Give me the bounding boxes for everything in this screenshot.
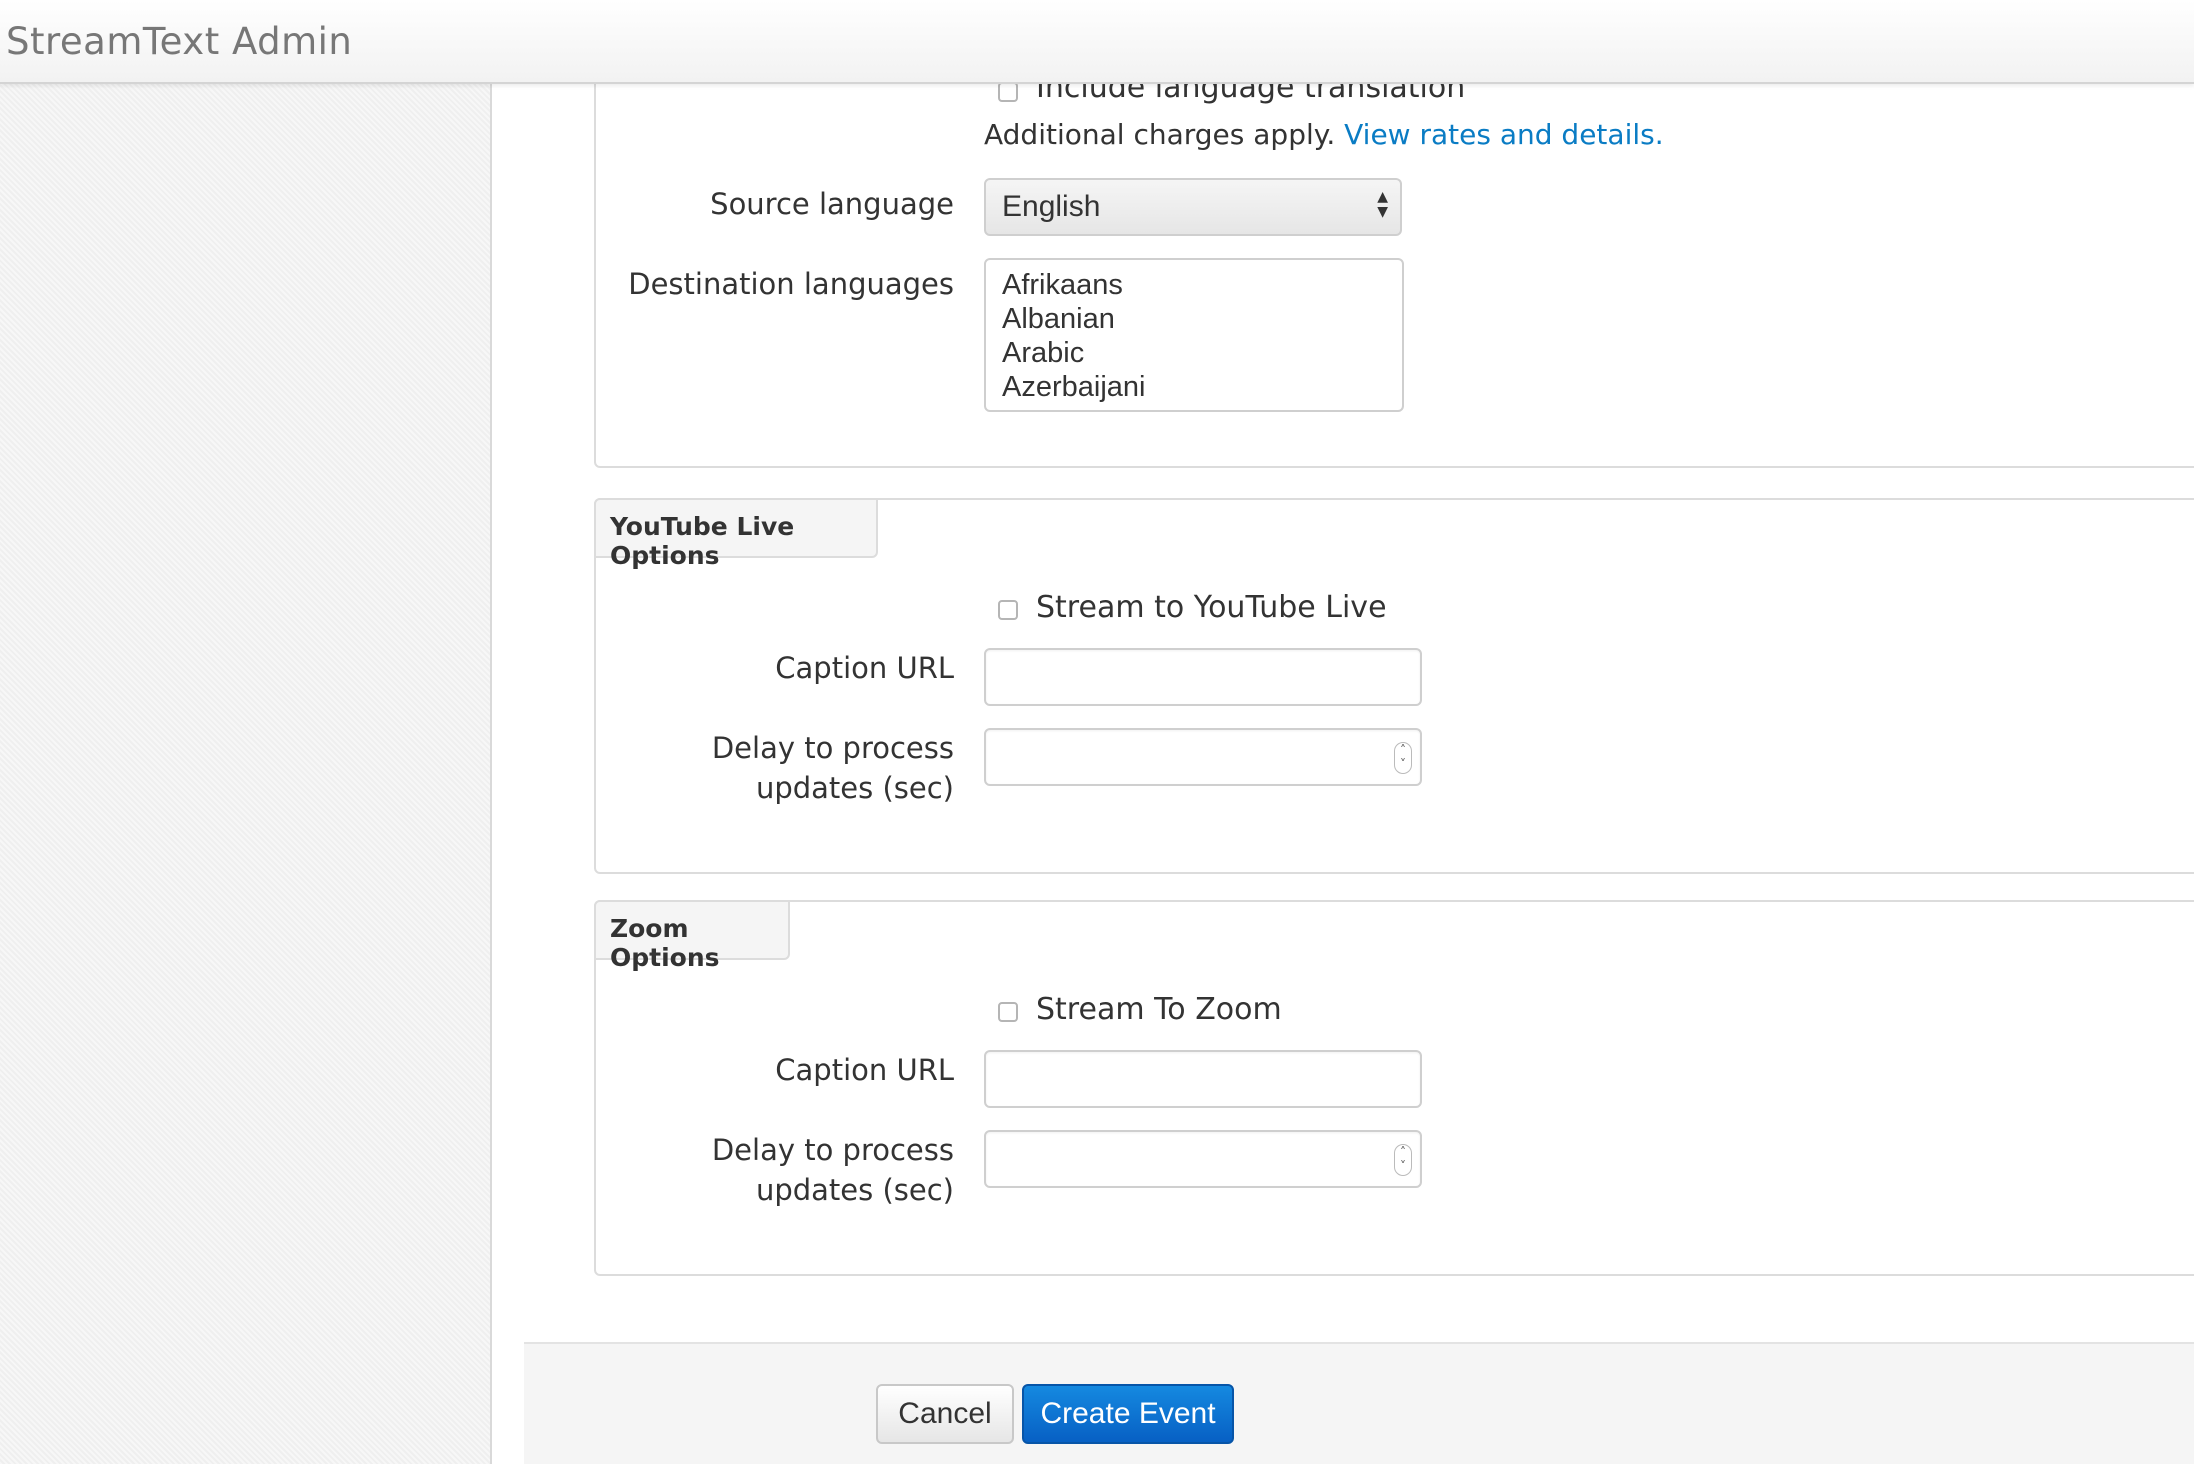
spinner-arrows-icon[interactable]: ˄ ˅ — [1394, 742, 1412, 774]
youtube-options-panel: YouTube Live Options Stream to YouTube L… — [594, 498, 2194, 874]
sidebar — [0, 84, 492, 1464]
zoom-options-legend: Zoom Options — [594, 900, 790, 972]
cancel-button[interactable]: Cancel — [876, 1384, 1014, 1444]
list-option[interactable]: Arabic — [1002, 336, 1402, 370]
stream-zoom-label[interactable]: Stream To Zoom — [1036, 990, 1282, 1030]
stream-youtube-checkbox[interactable] — [998, 600, 1018, 620]
youtube-options-legend: YouTube Live Options — [594, 498, 878, 570]
delay-label-line1: Delay to process — [711, 731, 954, 765]
main-content: Include language translation Additional … — [492, 84, 2194, 1464]
zoom-delay-input[interactable]: ˄ ˅ — [984, 1130, 1422, 1188]
create-event-button[interactable]: Create Event — [1022, 1384, 1234, 1444]
zoom-caption-url-label: Caption URL — [775, 1053, 954, 1087]
select-arrows-icon: ▲ ▼ — [1377, 189, 1388, 220]
include-translation-checkbox[interactable] — [998, 84, 1018, 102]
rates-details-link[interactable]: View rates and details. — [1344, 118, 1663, 151]
list-option[interactable]: Albanian — [1002, 302, 1402, 336]
youtube-caption-url-label: Caption URL — [775, 651, 954, 685]
zoom-options-panel: Zoom Options Stream To Zoom Caption URL … — [594, 900, 2194, 1276]
list-option[interactable]: Azerbaijani — [1002, 370, 1402, 404]
zoom-delay-label: Delay to process updates (sec) — [712, 1130, 954, 1210]
destination-languages-label: Destination languages — [628, 267, 954, 301]
youtube-caption-url-input[interactable] — [984, 648, 1422, 706]
translation-help-text: Additional charges apply. View rates and… — [984, 118, 1664, 151]
list-option[interactable]: Afrikaans — [1002, 268, 1402, 302]
translation-panel: Include language translation Additional … — [594, 84, 2194, 468]
delay-label-line1: Delay to process — [711, 1133, 954, 1167]
form-actions-bar: Cancel Create Event — [524, 1342, 2194, 1464]
stream-youtube-label[interactable]: Stream to YouTube Live — [1036, 588, 1387, 628]
include-translation-label: Include language translation — [1036, 84, 1466, 105]
top-navbar: StreamText Admin — [0, 0, 2194, 84]
delay-label-line2: updates (sec) — [755, 771, 954, 805]
delay-label-line2: updates (sec) — [755, 1173, 954, 1207]
source-language-label: Source language — [710, 187, 954, 221]
app-title[interactable]: StreamText Admin — [6, 20, 352, 63]
zoom-caption-url-input[interactable] — [984, 1050, 1422, 1108]
youtube-delay-input[interactable]: ˄ ˅ — [984, 728, 1422, 786]
source-language-select[interactable]: English ▲ ▼ — [984, 178, 1402, 236]
charges-text: Additional charges apply. — [984, 118, 1336, 151]
youtube-delay-label: Delay to process updates (sec) — [712, 728, 954, 808]
destination-languages-listbox[interactable]: Afrikaans Albanian Arabic Azerbaijani — [984, 258, 1404, 412]
spinner-arrows-icon[interactable]: ˄ ˅ — [1394, 1144, 1412, 1176]
stream-zoom-checkbox[interactable] — [998, 1002, 1018, 1022]
source-language-value: English — [1002, 190, 1101, 223]
